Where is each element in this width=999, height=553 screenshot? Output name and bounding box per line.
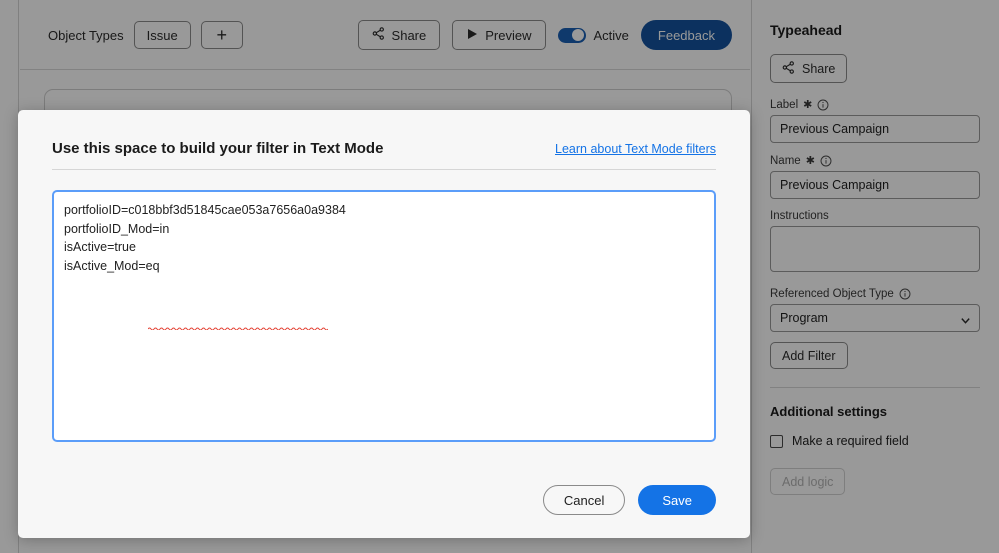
text-mode-filter-modal: Use this space to build your filter in T… bbox=[18, 110, 750, 538]
modal-footer: Cancel Save bbox=[542, 485, 716, 515]
modal-title: Use this space to build your filter in T… bbox=[52, 140, 384, 157]
modal-header-divider bbox=[52, 169, 716, 170]
save-button[interactable]: Save bbox=[638, 485, 716, 515]
filter-text-textarea[interactable] bbox=[52, 190, 716, 442]
modal-header: Use this space to build your filter in T… bbox=[18, 110, 750, 157]
learn-about-text-mode-filters-link[interactable]: Learn about Text Mode filters bbox=[555, 142, 716, 156]
cancel-button[interactable]: Cancel bbox=[542, 485, 626, 515]
